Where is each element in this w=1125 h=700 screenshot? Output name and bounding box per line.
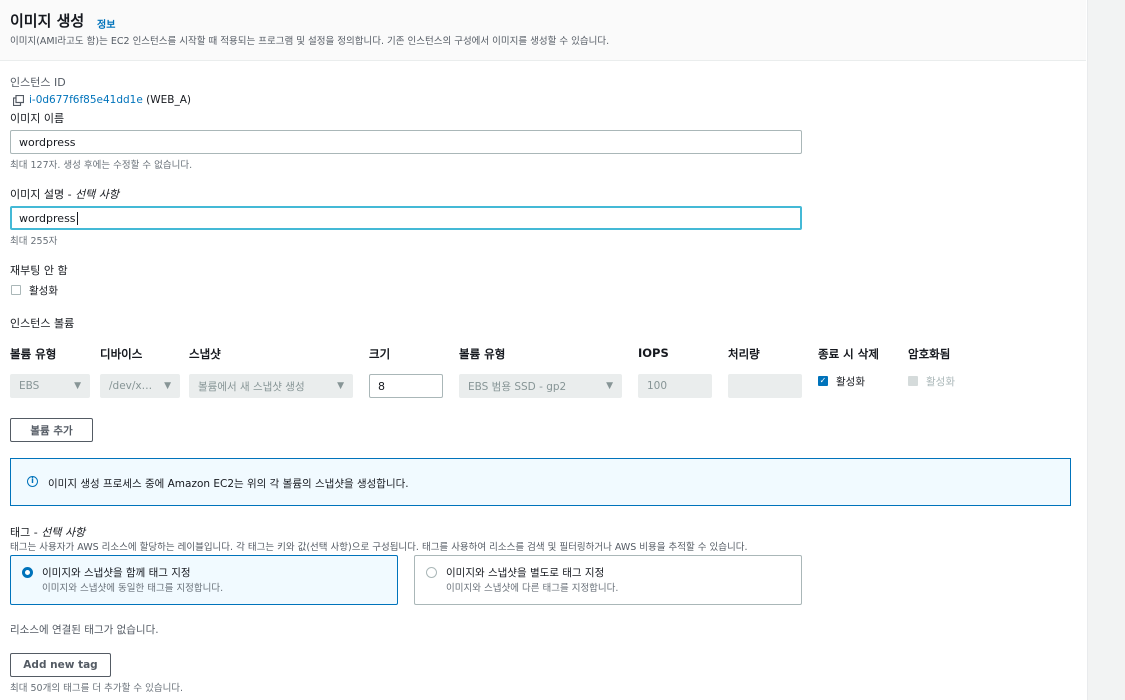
tags-label-text: 태그 - <box>10 526 42 539</box>
tags-limit-hint: 최대 50개의 태그를 더 추가할 수 있습니다. <box>10 683 184 694</box>
ebs-volume-type-value: EBS 범용 SSD - gp2 <box>468 380 567 393</box>
optional-text: 선택 사항 <box>75 188 120 201</box>
text-cursor <box>76 211 78 225</box>
image-name-label: 이미지 이름 <box>10 112 65 125</box>
iops-input: 100 <box>638 374 712 398</box>
col-iops: IOPS <box>638 346 669 360</box>
info-icon: i <box>27 476 38 487</box>
size-value: 8 <box>378 379 385 393</box>
caret-down-icon: ▼ <box>74 381 81 391</box>
instance-id-link[interactable]: i-0d677f6f85e41dd1e <box>29 94 143 106</box>
col-snapshot: 스냅샷 <box>189 347 221 361</box>
info-alert-text: 이미지 생성 프로세스 중에 Amazon EC2는 위의 각 볼륨의 스냅샷을… <box>48 478 409 490</box>
instance-name: (WEB_A) <box>146 94 192 106</box>
caret-down-icon: ▼ <box>337 381 344 391</box>
tag-option-together-title: 이미지와 스냅샷을 함께 태그 지정 <box>42 567 191 579</box>
info-link[interactable]: 정보 <box>97 16 115 31</box>
image-description-hint: 최대 255자 <box>10 236 58 247</box>
col-throughput: 처리량 <box>728 347 760 361</box>
instance-volumes-label: 인스턴스 볼륨 <box>10 317 75 330</box>
volume-type-select: EBS ▼ <box>10 374 90 398</box>
encrypted-checkbox <box>908 376 918 386</box>
add-volume-button[interactable]: 볼륨 추가 <box>10 418 93 442</box>
no-tags-text: 리소스에 연결된 태그가 없습니다. <box>10 624 159 636</box>
info-alert: i 이미지 생성 프로세스 중에 Amazon EC2는 위의 각 볼륨의 스냅… <box>10 458 1071 506</box>
instance-id-label: 인스턴스 ID <box>10 76 66 89</box>
col-volume-type: 볼륨 유형 <box>10 347 57 361</box>
page-header: 이미지 생성 정보 이미지(AMI라고도 함)는 EC2 인스턴스를 시작할 때… <box>0 0 1086 61</box>
tag-option-together-desc: 이미지와 스냅샷에 동일한 태그를 지정합니다. <box>42 583 224 594</box>
volume-type-value: EBS <box>19 380 40 392</box>
tag-option-separate-title: 이미지와 스냅샷을 별도로 태그 지정 <box>446 567 605 579</box>
tag-option-together[interactable]: 이미지와 스냅샷을 함께 태그 지정 이미지와 스냅샷에 동일한 태그를 지정합… <box>10 555 398 605</box>
throughput-input <box>728 374 802 398</box>
page-description: 이미지(AMI라고도 함)는 EC2 인스턴스를 시작할 때 적용되는 프로그램… <box>10 36 610 47</box>
col-encrypted: 암호화됨 <box>908 347 951 361</box>
iops-value: 100 <box>647 380 668 392</box>
copy-icon[interactable] <box>13 95 24 106</box>
caret-down-icon: ▼ <box>606 381 613 391</box>
col-device: 디바이스 <box>100 347 143 361</box>
image-name-input[interactable]: wordpress <box>10 130 802 154</box>
image-description-value: wordpress <box>19 211 76 225</box>
caret-down-icon: ▼ <box>164 381 171 391</box>
delete-on-termination-checkbox[interactable]: ✓ <box>818 376 828 386</box>
device-select: /dev/x… ▼ <box>100 374 180 398</box>
no-reboot-checkbox-label: 활성화 <box>29 285 58 297</box>
add-new-tag-button[interactable]: Add new tag <box>10 653 111 677</box>
image-description-label-text: 이미지 설명 - <box>10 188 76 201</box>
page-title: 이미지 생성 <box>10 12 85 30</box>
image-name-value: wordpress <box>19 135 76 149</box>
col-size: 크기 <box>369 347 391 361</box>
tag-option-separate-desc: 이미지와 스냅샷에 다른 태그를 지정합니다. <box>446 583 619 594</box>
col-delete-on-termination: 종료 시 삭제 <box>818 347 879 361</box>
image-description-label: 이미지 설명 - 선택 사항 <box>10 186 119 202</box>
device-value: /dev/x… <box>109 380 153 392</box>
radio-separate[interactable] <box>426 567 437 578</box>
snapshot-select: 볼륨에서 새 스냅샷 생성 ▼ <box>189 374 353 398</box>
tag-option-separate[interactable]: 이미지와 스냅샷을 별도로 태그 지정 이미지와 스냅샷에 다른 태그를 지정합… <box>414 555 802 605</box>
ebs-volume-type-select: EBS 범용 SSD - gp2 ▼ <box>459 374 622 398</box>
no-reboot-label: 재부팅 안 함 <box>10 264 68 277</box>
snapshot-value: 볼륨에서 새 스냅샷 생성 <box>198 380 305 393</box>
instance-id-value: i-0d677f6f85e41dd1e (WEB_A) <box>29 94 191 106</box>
size-input[interactable]: 8 <box>369 374 443 398</box>
col-ebs-volume-type: 볼륨 유형 <box>459 347 506 361</box>
encrypted-label: 활성화 <box>926 376 955 388</box>
radio-together[interactable] <box>22 567 33 578</box>
tags-label: 태그 - 선택 사항 <box>10 524 85 540</box>
delete-on-termination-label: 활성화 <box>836 376 865 388</box>
image-description-input[interactable]: wordpress <box>10 206 802 230</box>
no-reboot-checkbox[interactable] <box>11 285 21 295</box>
tags-description: 태그는 사용자가 AWS 리소스에 할당하는 레이블입니다. 각 태그는 키와 … <box>10 542 748 553</box>
optional-text: 선택 사항 <box>41 526 86 539</box>
image-name-hint: 최대 127자. 생성 후에는 수정할 수 없습니다. <box>10 160 193 171</box>
page-scrollbar[interactable] <box>1087 0 1125 700</box>
